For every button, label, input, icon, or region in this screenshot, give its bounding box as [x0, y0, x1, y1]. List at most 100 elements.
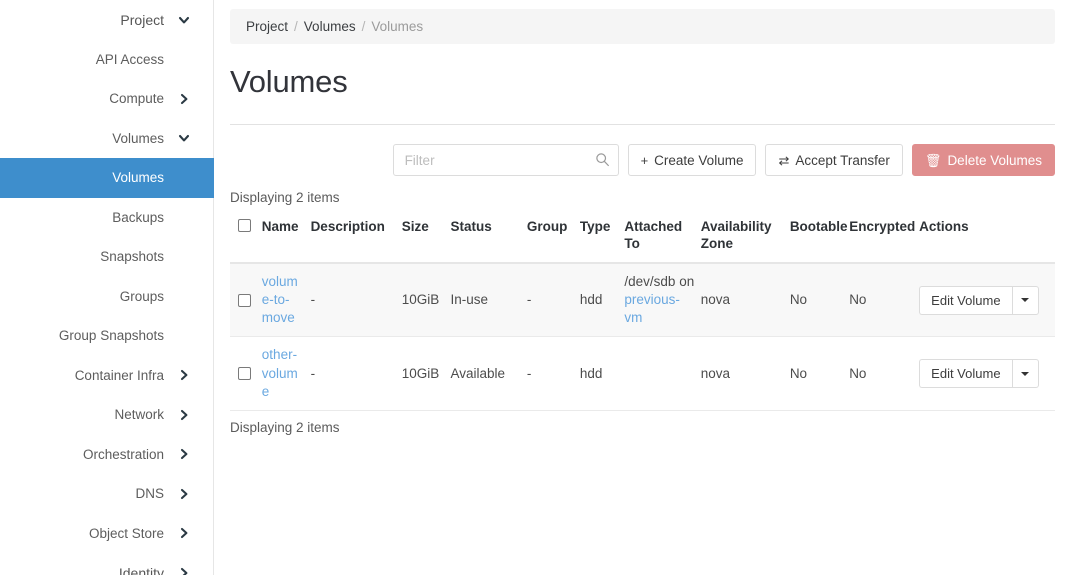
accept-transfer-button[interactable]: ⇄ Accept Transfer [765, 144, 903, 176]
item-count-top: Displaying 2 items [230, 190, 340, 205]
row-actions-dropdown-toggle[interactable] [1011, 359, 1039, 389]
breadcrumb-separator: / [361, 19, 366, 34]
sidebar-item-volumes[interactable]: Volumes [0, 119, 214, 159]
sidebar-item-label: DNS [135, 486, 164, 502]
edit-volume-button[interactable]: Edit Volume [919, 285, 1012, 315]
main-content: Project / Volumes / Volumes Volumes + Cr… [214, 0, 1068, 575]
attached-instance-link[interactable]: previous-vm [624, 292, 680, 325]
table-body: volume-to-move -10GiB In-use - hdd/dev/sdb o… [230, 262, 1055, 412]
volume-status-cell: In-use [450, 262, 527, 338]
volumes-table: Name Description Size Status Group Type … [230, 214, 1055, 412]
attached-device: /dev/sdb [624, 273, 676, 289]
edit-volume-button[interactable]: Edit Volume [919, 359, 1012, 389]
plus-icon: + [640, 152, 649, 168]
row-checkbox[interactable] [238, 367, 251, 381]
volume-group-cell: - [526, 336, 580, 412]
sidebar-item-label: Identity [118, 564, 164, 575]
sidebar-item-group-snapshots[interactable]: Group Snapshots [0, 316, 214, 356]
sidebar-item-label: Volumes [112, 170, 164, 186]
sidebar-item-label: API Access [95, 51, 164, 67]
chevron-down-icon [176, 14, 192, 26]
row-action-split-button: Edit Volume [919, 285, 1039, 315]
column-header-actions: Actions [919, 214, 1055, 264]
breadcrumb-separator: / [294, 19, 298, 34]
breadcrumb-item-project[interactable]: Project [246, 19, 288, 34]
create-volume-button[interactable]: + Create Volume [627, 144, 757, 176]
search-input[interactable] [392, 144, 619, 176]
volume-actions-cell: Edit Volume [919, 262, 1055, 338]
row-checkbox[interactable] [238, 293, 251, 307]
volume-name-link[interactable]: volume-to-move [262, 274, 298, 325]
volume-encrypted-cell: No [849, 336, 920, 412]
volume-actions-cell: Edit Volume [919, 336, 1055, 412]
item-count-bottom: Displaying 2 items [230, 420, 340, 436]
attached-on-text: on [679, 273, 695, 289]
volume-attached-to-cell: /dev/sdb on previous-vm [624, 262, 701, 338]
caret-down-icon [1021, 371, 1030, 376]
volume-size-cell: 10GiB [401, 262, 451, 338]
chevron-right-icon [176, 448, 192, 460]
horizon-dashboard: Project API Access Compute Volumes Volumes Ba… [0, 0, 1068, 575]
sidebar-item-orchestration[interactable]: Orchestration [0, 435, 214, 475]
sidebar-item-api-access[interactable]: API Access [0, 40, 214, 80]
row-action-split-button: Edit Volume [919, 359, 1039, 389]
sidebar-navigation: Project API Access Compute Volumes Volumes Ba… [0, 0, 214, 575]
table-head: Name Description Size Status Group Type … [230, 214, 1055, 264]
caret-down-icon [1021, 298, 1030, 303]
sidebar-item-object-store[interactable]: Object Store [0, 514, 214, 554]
volume-name-link[interactable]: other-volume [262, 347, 298, 398]
volume-group-cell: - [526, 262, 580, 338]
delete-volumes-button[interactable]: 🗑 Delete Volumes [911, 144, 1055, 176]
create-volume-label: Create Volume [654, 152, 744, 168]
row-select-cell [230, 262, 262, 338]
sidebar-item-project[interactable]: Project [0, 0, 214, 40]
row-select-cell [230, 336, 262, 412]
breadcrumb: Project / Volumes / Volumes [230, 9, 1055, 44]
chevron-right-icon [176, 567, 192, 575]
column-header-description: Description [310, 214, 402, 264]
table-header-row: Name Description Size Status Group Type … [230, 214, 1055, 264]
chevron-right-icon [176, 409, 192, 421]
column-header-group: Group [526, 214, 580, 264]
volumes-table-wrapper: Name Description Size Status Group Type … [230, 214, 1055, 412]
chevron-right-icon [176, 527, 192, 539]
title-divider [230, 124, 1055, 125]
sidebar-item-label: Object Store [88, 525, 164, 541]
column-header-name: Name [261, 214, 311, 264]
sidebar-item-compute[interactable]: Compute [0, 79, 214, 119]
sidebar-item-volumes[interactable]: Volumes [0, 158, 214, 198]
volume-encrypted-cell: No [849, 262, 920, 338]
volume-status-cell: Available [450, 336, 527, 412]
sidebar-item-container-infra[interactable]: Container Infra [0, 356, 214, 396]
select-all-checkbox[interactable] [238, 219, 251, 232]
column-header-bootable: Bootable [789, 214, 850, 264]
sidebar-item-groups[interactable]: Groups [0, 277, 214, 317]
volume-bootable-cell: No [789, 262, 850, 338]
column-header-availability-zone: Availability Zone [700, 214, 790, 264]
sidebar-item-identity[interactable]: Identity [0, 553, 214, 575]
volume-name-cell: other-volume [261, 336, 311, 412]
select-all-header [230, 214, 262, 264]
sidebar-item-label: Compute [109, 91, 164, 107]
trash-icon: 🗑 [924, 152, 942, 168]
sidebar-item-label: Volumes [112, 130, 164, 146]
chevron-right-icon [176, 369, 192, 381]
sidebar-item-label: Groups [119, 288, 164, 304]
sidebar-item-snapshots[interactable]: Snapshots [0, 237, 214, 277]
sidebar-item-label: Backups [112, 209, 164, 225]
row-actions-dropdown-toggle[interactable] [1011, 285, 1039, 315]
sidebar-item-network[interactable]: Network [0, 395, 214, 435]
volume-availability-zone-cell: nova [700, 262, 790, 338]
sidebar-item-dns[interactable]: DNS [0, 474, 214, 514]
breadcrumb-item-volumes[interactable]: Volumes [304, 19, 356, 34]
volume-name-cell: volume-to-move [261, 262, 311, 338]
column-header-encrypted: Encrypted [849, 214, 920, 264]
table-row[interactable]: volume-to-move -10GiB In-use - hdd/dev/sdb o… [230, 262, 1055, 338]
sidebar-item-label: Container Infra [74, 367, 164, 383]
sidebar-item-backups[interactable]: Backups [0, 198, 214, 238]
filter-field-wrapper [392, 144, 619, 176]
transfer-icon: ⇄ [778, 152, 790, 168]
table-row[interactable]: other-volume -10GiB Available - hdd nova No No E… [230, 336, 1055, 412]
volume-description-cell: - [310, 262, 402, 338]
volume-description-cell: - [310, 336, 402, 412]
